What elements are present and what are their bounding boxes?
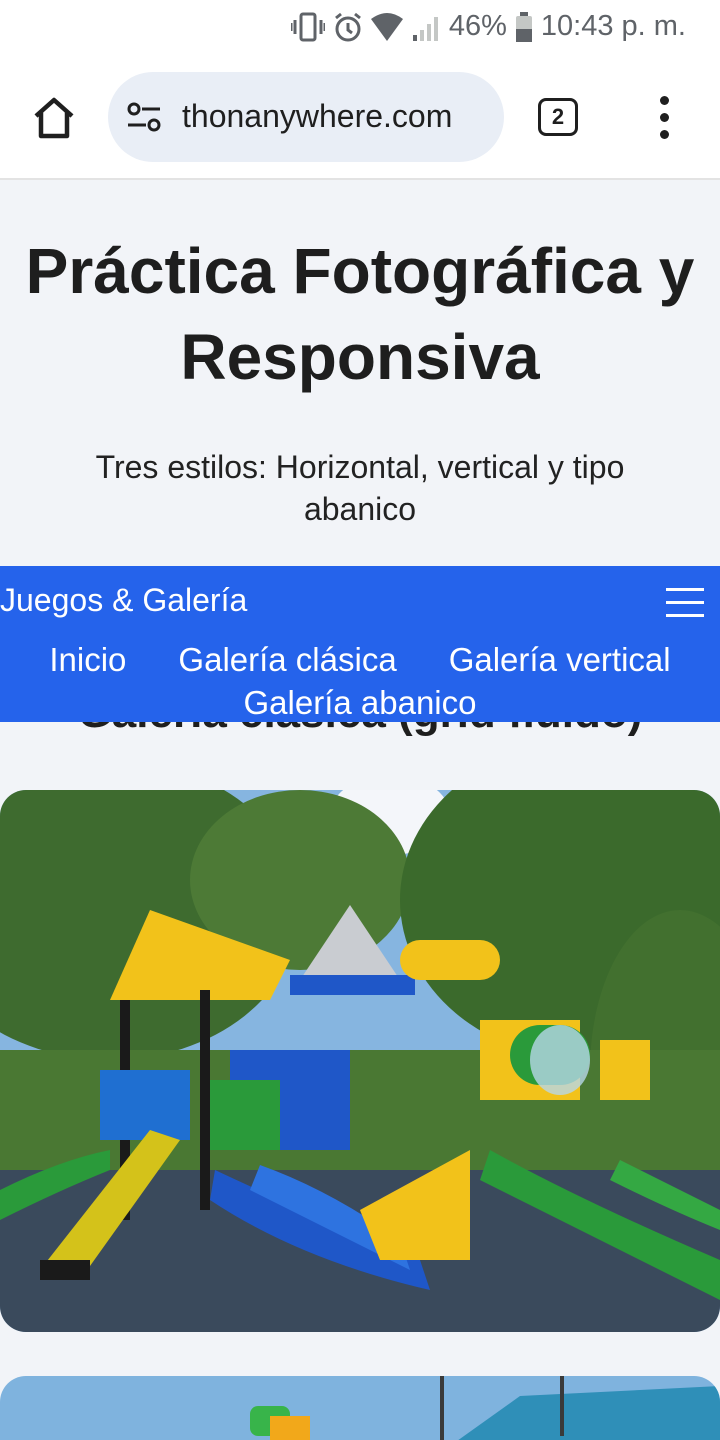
navbar-brand[interactable]: Juegos & Galería: [0, 582, 247, 619]
tab-switcher-button[interactable]: 2: [538, 98, 578, 136]
nav-links: Inicio Galería clásica Galería verticalGal…: [0, 638, 720, 724]
alarm-icon: [334, 12, 361, 41]
home-icon: [34, 97, 74, 139]
gallery-photo-2: [0, 1376, 720, 1440]
playground-photo: [0, 790, 720, 1332]
gallery-image-2[interactable]: [0, 1376, 720, 1440]
site-settings-icon: [127, 102, 161, 132]
nav-link-galeria-abanico[interactable]: Galería abanico: [244, 681, 477, 724]
hamburger-menu-icon[interactable]: [666, 586, 704, 620]
more-vert-icon[interactable]: [650, 96, 680, 140]
nav-link-inicio[interactable]: Inicio: [49, 638, 126, 681]
page-subtitle: Tres estilos: Horizontal, vertical y tip…: [95, 449, 625, 527]
site-navbar: Juegos & Galería Inicio Galería clásica Ga…: [0, 566, 720, 722]
clock: 10:43 p. m.: [540, 10, 686, 42]
battery-icon: [515, 11, 532, 42]
wifi-icon: [370, 12, 403, 41]
home-button[interactable]: [30, 94, 78, 142]
nav-link-galeria-vertical[interactable]: Galería vertical: [449, 638, 671, 681]
battery-percent: 46%: [448, 10, 507, 42]
signal-icon: [412, 16, 438, 41]
tab-count: 2: [551, 104, 565, 129]
browser-toolbar: thonanywhere.com 2: [0, 56, 720, 180]
site-settings-button[interactable]: [126, 102, 162, 132]
status-bar: 46% 10:43 p. m.: [0, 0, 720, 56]
page-title: Práctica Fotográfica y Responsiva: [25, 235, 695, 393]
gallery-image-playground[interactable]: [0, 790, 720, 1332]
status-icons: 46% 10:43 p. m.: [290, 10, 686, 43]
address-bar[interactable]: thonanywhere.com: [108, 72, 504, 162]
nav-link-galeria-clasica[interactable]: Galería clásica: [178, 638, 396, 681]
url-text: thonanywhere.com: [182, 98, 453, 134]
vibrate-icon: [290, 12, 325, 41]
